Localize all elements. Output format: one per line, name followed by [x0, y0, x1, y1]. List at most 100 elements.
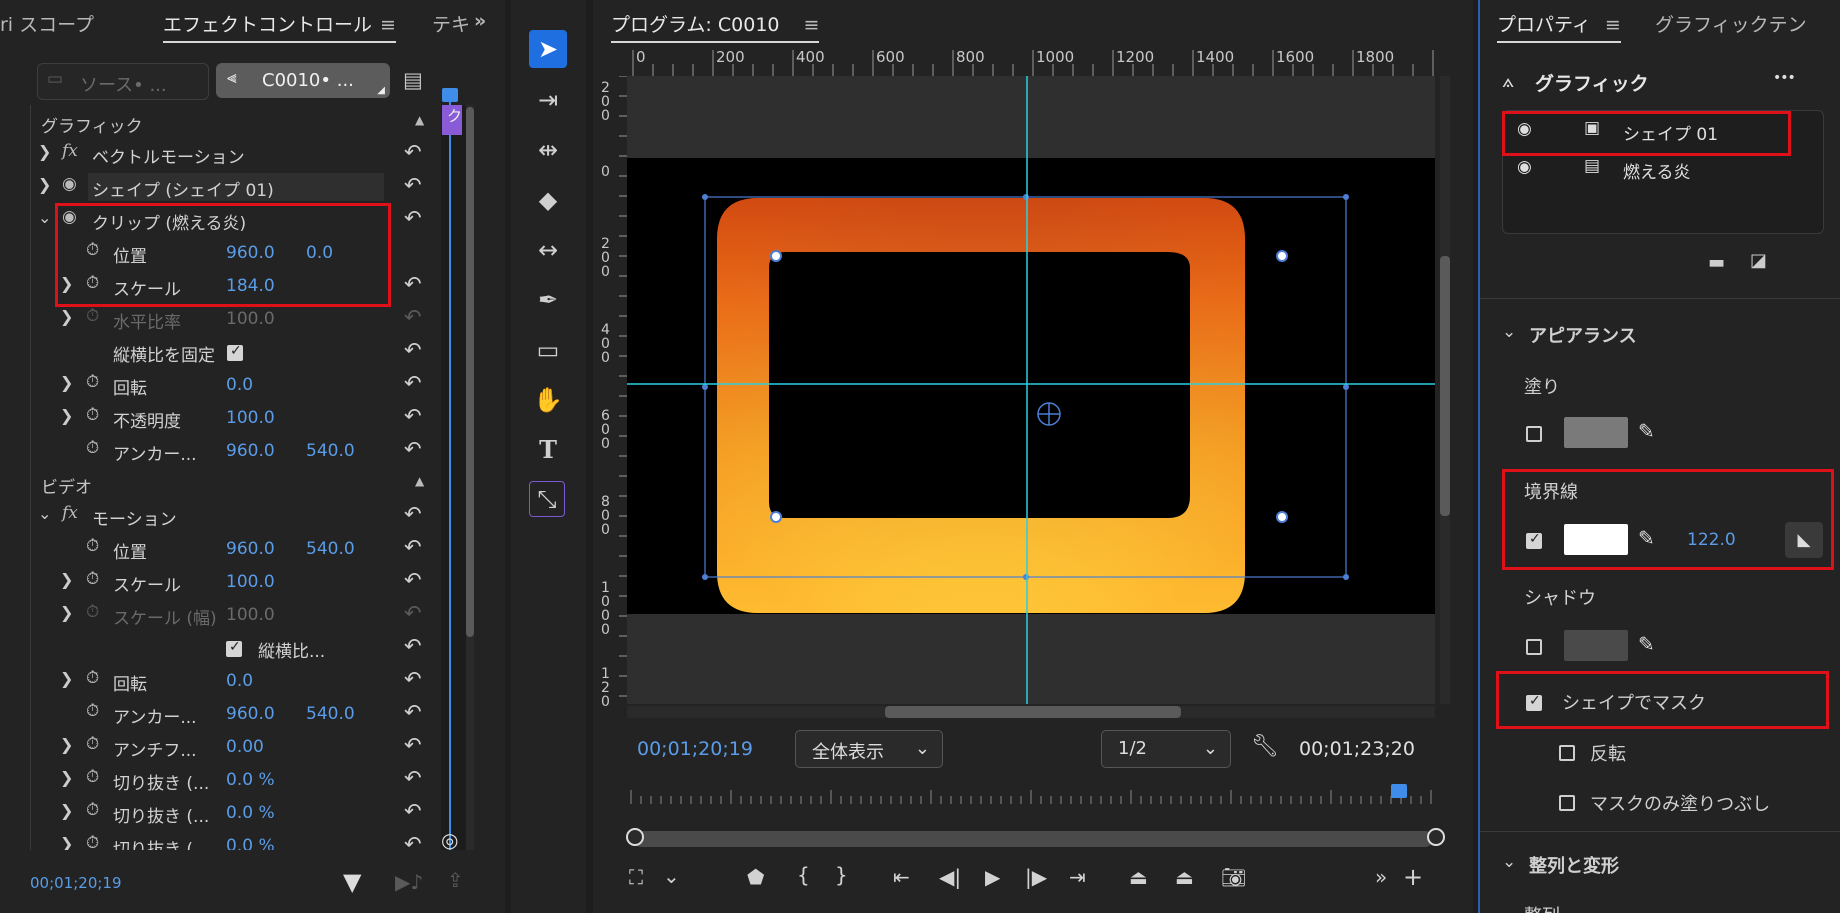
pen-tool-icon[interactable]: ✒ [529, 281, 567, 319]
panel-menu-icon[interactable]: ≡ [380, 14, 396, 36]
eye-icon[interactable]: ◉ [62, 174, 77, 194]
param-row-crop[interactable]: ❯ ⏱ 切り抜き (... 0.0 % ↶ [30, 830, 440, 850]
more-options-icon[interactable]: ••• [1773, 70, 1796, 86]
effect-row-motion[interactable]: ⌄ fx モーション ↶ [30, 500, 440, 533]
param-row-rotation[interactable]: ❯ ⏱ 回転 0.0 ↶ [30, 665, 440, 698]
chevron-right-icon[interactable]: ❯ [60, 373, 76, 392]
selection-tool-icon[interactable]: ➤ [529, 30, 567, 68]
param-row-anchor[interactable]: ⏱ アンカー... 960.0 540.0 ↶ [30, 698, 440, 731]
ripple-edit-tool-icon[interactable]: ⇹ [529, 131, 567, 169]
param-row-rotation[interactable]: ❯ ⏱ 回転 0.0 ↶ [30, 369, 440, 402]
param-row-crop[interactable]: ❯ ⏱ 切り抜き (... 0.0 % ↶ [30, 797, 440, 830]
chevron-right-icon[interactable]: ❯ [60, 669, 76, 688]
zoom-level-dropdown[interactable]: 全体表示 ⌄ [795, 730, 943, 768]
out-point-handle[interactable] [1427, 828, 1445, 846]
param-row-position[interactable]: ⏱ 位置 960.0 0.0 [30, 237, 440, 270]
chevron-down-icon[interactable]: ⌄ [1502, 852, 1516, 872]
chevron-down-icon[interactable]: ⌄ [38, 504, 54, 523]
stroke-color-swatch[interactable] [1564, 524, 1628, 555]
chevron-right-icon[interactable]: ❯ [60, 307, 76, 326]
param-row-anchor[interactable]: ⏱ アンカー... 960.0 540.0 ↶ [30, 435, 440, 468]
chevron-right-icon[interactable]: ❯ [60, 834, 76, 850]
eyedropper-icon[interactable]: ✎ [1638, 419, 1655, 443]
scrollbar-thumb[interactable] [1440, 256, 1450, 516]
chevron-right-icon[interactable]: ❯ [60, 406, 76, 425]
in-out-range-bar[interactable] [633, 831, 1433, 847]
vertical-scrollbar[interactable] [466, 105, 474, 850]
fx-icon[interactable]: fx [62, 141, 78, 161]
reset-icon[interactable]: ↶ [404, 502, 422, 526]
checkbox-checked[interactable] [1526, 531, 1542, 549]
shadow-checkbox[interactable] [1526, 637, 1542, 657]
chevron-right-icon[interactable]: ❯ [60, 570, 76, 589]
mini-time-ruler[interactable] [627, 780, 1443, 810]
stopwatch-icon[interactable]: ⏱ [86, 273, 99, 293]
chevron-right-icon[interactable]: ❯ [38, 142, 54, 161]
param-value-y[interactable]: 540.0 [306, 441, 355, 461]
tab-graphic-templates[interactable]: グラフィックテン [1655, 10, 1807, 37]
stopwatch-icon[interactable]: ⏱ [86, 372, 99, 392]
step-back-icon[interactable]: ◀| [939, 865, 961, 889]
rectangle-tool-icon[interactable]: ▭ [529, 331, 567, 369]
chevron-right-icon[interactable]: ❯ [60, 801, 76, 820]
reset-icon[interactable]: ↶ [404, 634, 422, 658]
reset-icon[interactable]: ↶ [404, 667, 422, 691]
param-value[interactable]: 100.0 [226, 572, 275, 592]
tab-program[interactable]: プログラム: C0010 ≡ [611, 10, 820, 43]
param-value-x[interactable]: 960.0 [226, 441, 275, 461]
param-value-x[interactable]: 960.0 [226, 539, 275, 559]
reset-icon[interactable]: ↶ [404, 535, 422, 559]
fire-shape-graphic[interactable] [627, 76, 1435, 704]
checkbox-checked[interactable] [1526, 693, 1542, 711]
reset-icon[interactable]: ↶ [404, 437, 422, 461]
reset-icon[interactable]: ↶ [404, 338, 422, 362]
reset-icon[interactable]: ↶ [404, 140, 422, 164]
lift-icon[interactable]: ⏏ [1129, 865, 1148, 889]
param-row-antiflicker[interactable]: ❯ ⏱ アンチフ... 0.00 ↶ [30, 731, 440, 764]
eyedropper-icon[interactable]: ✎ [1638, 526, 1655, 550]
tab-text[interactable]: テキ [432, 10, 470, 37]
stopwatch-icon[interactable]: ⏱ [86, 569, 99, 589]
reset-icon[interactable]: ↶ [404, 832, 422, 850]
track-select-tool-icon[interactable]: ⇥ [529, 81, 567, 119]
param-row-scale[interactable]: ❯ ⏱ スケール 184.0 ↶ [30, 270, 440, 303]
overflow-buttons-icon[interactable]: » [1375, 865, 1387, 889]
effect-row-vector-motion[interactable]: ❯ fx ベクトルモーション ↶ [30, 138, 440, 171]
param-value-x[interactable]: 960.0 [226, 704, 275, 724]
tab-scopes[interactable]: ri スコープ [0, 10, 94, 37]
export-frame-camera-icon[interactable]: 📷︎ [1221, 865, 1246, 889]
param-row-crop[interactable]: ❯ ⏱ 切り抜き (... 0.0 % ↶ [30, 764, 440, 797]
chevron-down-icon[interactable]: ⌄ [663, 864, 680, 888]
mark-out-icon[interactable]: } [835, 863, 848, 887]
go-to-in-icon[interactable]: ⇤ [893, 865, 910, 889]
section-video[interactable]: ビデオ ▲ [30, 468, 440, 498]
stopwatch-icon[interactable]: ⏱ [86, 800, 99, 820]
viewer-vscrollbar[interactable] [1440, 76, 1450, 704]
scrollbar-thumb[interactable] [885, 706, 1181, 718]
program-current-timecode[interactable]: 00;01;20;19 [637, 738, 753, 760]
checkbox-checked[interactable] [226, 639, 242, 657]
stopwatch-icon[interactable]: ⏱ [86, 438, 99, 458]
param-value[interactable]: 0.0 [226, 671, 253, 691]
eyedropper-icon[interactable]: ✎ [1638, 632, 1655, 656]
visibility-eye-icon[interactable]: ◉ [1517, 119, 1532, 139]
param-value[interactable]: 0.0 % [226, 770, 275, 790]
go-to-out-icon[interactable]: ⇥ [1069, 865, 1086, 889]
stopwatch-icon[interactable]: ⏱ [86, 767, 99, 787]
chevron-down-icon[interactable]: ⌄ [38, 208, 54, 227]
fill-mask-only-checkbox[interactable] [1559, 793, 1575, 813]
resolution-dropdown[interactable]: 1/2 ⌄ [1101, 730, 1231, 768]
chevron-right-icon[interactable]: ❯ [38, 175, 54, 194]
reset-icon[interactable]: ↶ [404, 733, 422, 757]
play-icon[interactable]: ▶ [985, 865, 1000, 889]
new-group-folder-icon[interactable]: ▬ [1708, 252, 1725, 273]
viewer-canvas[interactable] [627, 76, 1435, 704]
in-point-handle[interactable] [626, 828, 644, 846]
uniform-scale-checkbox[interactable] [226, 639, 242, 659]
zoom-handle-icon[interactable]: ◎ [441, 828, 458, 852]
hand-tool-icon[interactable]: ✋ [529, 381, 567, 419]
mini-playhead[interactable] [449, 88, 451, 850]
section-graphic[interactable]: グラフィック ▲ [30, 107, 440, 137]
fill-color-swatch[interactable] [1564, 417, 1628, 448]
slip-tool-icon[interactable]: ↔ [529, 231, 567, 269]
